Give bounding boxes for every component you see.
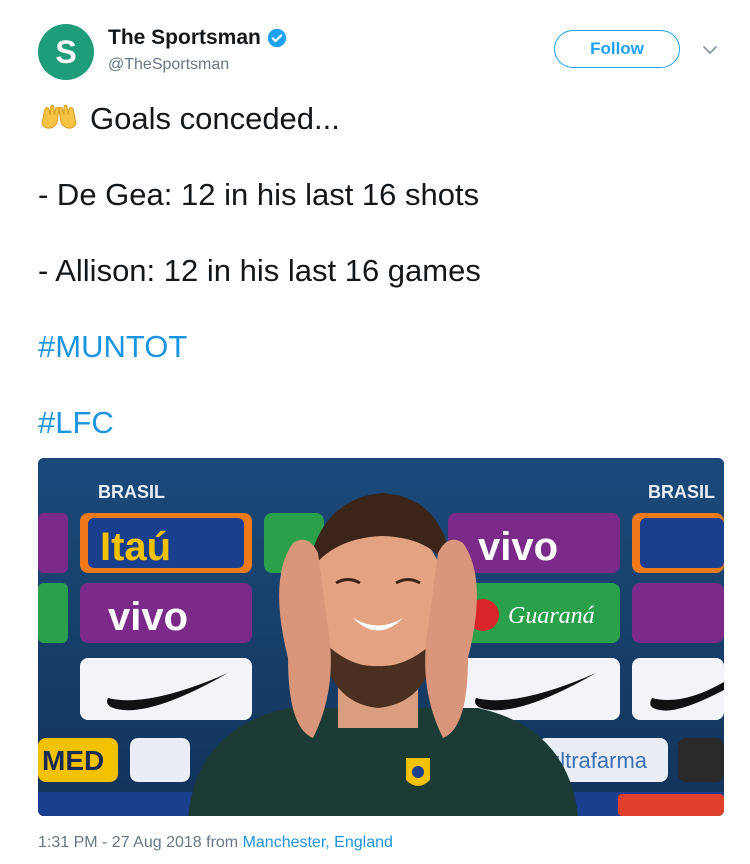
avatar[interactable]: S bbox=[38, 24, 94, 80]
hashtag-lfc[interactable]: #LFC bbox=[38, 404, 481, 442]
board-text-vivo-right: vivo bbox=[478, 525, 558, 569]
tweet-body: Goals conceded... - De Gea: 12 in his la… bbox=[38, 100, 481, 442]
tweet-intro-line: Goals conceded... bbox=[38, 100, 481, 138]
user-names: The Sportsman @TheSportsman bbox=[108, 26, 287, 74]
display-name-row[interactable]: The Sportsman bbox=[108, 26, 287, 50]
display-name[interactable]: The Sportsman bbox=[108, 26, 261, 50]
tweet-line-2: - Allison: 12 in his last 16 games bbox=[38, 253, 481, 288]
press-conference-photo: BRASIL BRASIL Itaú vivo vivo Guaraná MED… bbox=[38, 458, 724, 816]
avatar-letter: S bbox=[55, 33, 77, 70]
board-text-brasil-left: BRASIL bbox=[98, 482, 165, 502]
board-text-vivo-left: vivo bbox=[108, 595, 188, 639]
hashtag-muntot[interactable]: #MUNTOT bbox=[38, 328, 481, 366]
timestamp[interactable]: 1:31 PM - 27 Aug 2018 from bbox=[38, 834, 243, 851]
verified-badge-icon bbox=[267, 28, 287, 48]
raising-hands-icon bbox=[41, 104, 77, 129]
board-text-itau: Itaú bbox=[100, 525, 171, 569]
tweet-footer: 1:31 PM - 27 Aug 2018 from Manchester, E… bbox=[38, 834, 393, 852]
handle[interactable]: @TheSportsman bbox=[108, 56, 287, 74]
board-text-med: MED bbox=[42, 745, 104, 776]
tweet-intro: Goals conceded... bbox=[90, 101, 340, 136]
chevron-down-icon[interactable] bbox=[698, 38, 722, 62]
follow-button[interactable]: Follow bbox=[554, 30, 680, 68]
board-text-brasil-right: BRASIL bbox=[648, 482, 715, 502]
board-text-guarana: Guaraná bbox=[508, 603, 595, 629]
tweet-photo[interactable]: BRASIL BRASIL Itaú vivo vivo Guaraná MED… bbox=[38, 458, 724, 816]
tweet-header: S The Sportsman @TheSportsman Follow bbox=[38, 22, 722, 82]
tweet-line-1: - De Gea: 12 in his last 16 shots bbox=[38, 177, 480, 212]
location-link[interactable]: Manchester, England bbox=[243, 834, 393, 851]
